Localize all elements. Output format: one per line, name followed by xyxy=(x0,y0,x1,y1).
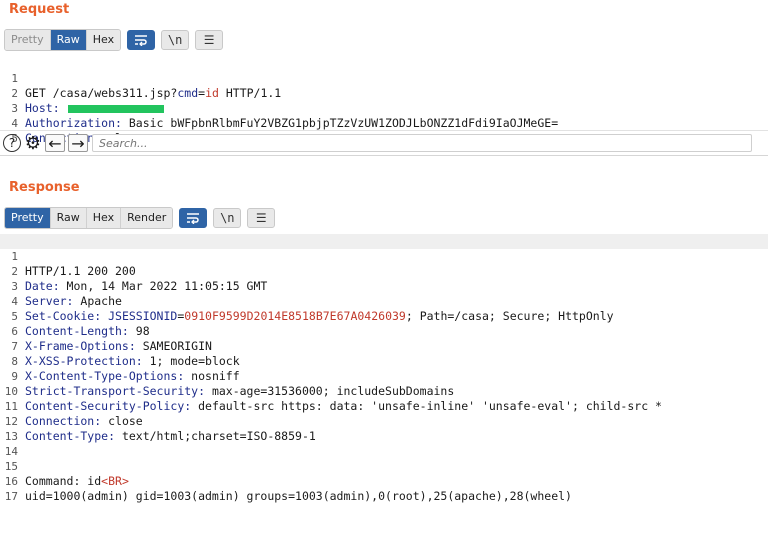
response-line: 15 Command: id<BR> xyxy=(0,444,768,488)
response-tab-render[interactable]: Render xyxy=(121,208,173,228)
response-menu-button[interactable]: ☰ xyxy=(247,208,276,228)
request-wrap-button[interactable] xyxy=(127,30,156,50)
response-line: 2 Date: Mon, 14 Mar 2022 11:05:15 GMT xyxy=(0,249,768,293)
menu-icon: ☰ xyxy=(255,211,267,225)
request-line: 3 Authorization: Basic bWFpbnRlbmFuY2VBZ… xyxy=(0,86,768,130)
response-line: 16 uid=1000(admin) gid=1003(admin) group… xyxy=(0,459,768,503)
wrap-lines-icon xyxy=(187,213,200,224)
response-line: 3 Server: Apache xyxy=(0,264,768,308)
help-button[interactable]: ? xyxy=(3,134,21,152)
response-view-tabs: Pretty Raw Hex Render xyxy=(4,207,174,229)
search-forward-button[interactable]: → xyxy=(68,133,88,153)
response-line: 7 X-XSS-Protection: 1; mode=block xyxy=(0,324,768,368)
response-line: 8 X-Content-Type-Options: nosniff xyxy=(0,339,768,383)
response-line: 17 xyxy=(0,474,768,503)
response-tab-hex[interactable]: Hex xyxy=(86,208,122,228)
request-editor[interactable]: 1 GET /casa/webs311.jsp?cmd=id HTTP/1.1 … xyxy=(0,56,768,145)
request-tab-pretty[interactable]: Pretty xyxy=(5,30,51,50)
gear-icon: ⚙ xyxy=(24,132,42,154)
response-wrap-button[interactable] xyxy=(179,208,208,228)
response-line: 6 X-Frame-Options: SAMEORIGIN xyxy=(0,309,768,353)
request-line: 5 xyxy=(0,116,768,145)
search-back-button[interactable]: ← xyxy=(45,133,65,153)
arrow-right-icon: → xyxy=(71,133,85,153)
search-input[interactable] xyxy=(92,134,752,152)
response-editor[interactable]: 1 HTTP/1.1 200 200 2 Date: Mon, 14 Mar 2… xyxy=(0,234,768,503)
response-newline-button[interactable]: \n xyxy=(213,208,242,228)
request-line: 1 GET /casa/webs311.jsp?cmd=id HTTP/1.1 xyxy=(0,56,768,100)
response-line: 5 Content-Length: 98 xyxy=(0,294,768,338)
request-search-bar: ? ⚙ ← → xyxy=(0,130,768,156)
response-line: 12 Content-Type: text/html;charset=ISO-8… xyxy=(0,399,768,443)
request-toolbar: Pretty Raw Hex \n ☰ xyxy=(4,29,224,51)
response-tab-pretty[interactable]: Pretty xyxy=(5,208,51,228)
request-line: 2 Host: xyxy=(0,71,768,115)
response-toolbar: Pretty Raw Hex Render \n ☰ xyxy=(4,207,276,229)
line-number: 17 xyxy=(4,490,18,503)
response-title: Response xyxy=(9,180,80,195)
newline-icon: \n xyxy=(167,33,183,47)
response-tab-raw[interactable]: Raw xyxy=(50,208,87,228)
request-line: 4 Connection: close xyxy=(0,101,768,145)
response-line: 9 Strict-Transport-Security: max-age=315… xyxy=(0,354,768,398)
response-line: 1 HTTP/1.1 200 200 xyxy=(0,234,768,278)
menu-icon: ☰ xyxy=(203,33,215,47)
settings-button[interactable]: ⚙ xyxy=(24,132,42,154)
request-menu-button[interactable]: ☰ xyxy=(195,30,224,50)
request-view-tabs: Pretty Raw Hex xyxy=(4,29,122,51)
body-text: uid=1000(admin) gid=1003(admin) groups=1… xyxy=(25,489,572,503)
response-line: 10 Content-Security-Policy: default-src … xyxy=(0,369,768,413)
request-tab-raw[interactable]: Raw xyxy=(50,30,87,50)
help-icon: ? xyxy=(8,136,16,150)
request-tab-hex[interactable]: Hex xyxy=(86,30,121,50)
response-line: 13 xyxy=(0,414,768,443)
response-line: 4 Set-Cookie: JSESSIONID=0910F9599D2014E… xyxy=(0,279,768,323)
response-line: 11 Connection: close xyxy=(0,384,768,428)
arrow-left-icon: ← xyxy=(48,133,62,153)
wrap-lines-icon xyxy=(135,35,148,46)
newline-icon: \n xyxy=(220,211,235,225)
request-newline-button[interactable]: \n xyxy=(161,30,190,50)
response-line: 14 xyxy=(0,429,768,458)
request-title: Request xyxy=(9,2,70,17)
